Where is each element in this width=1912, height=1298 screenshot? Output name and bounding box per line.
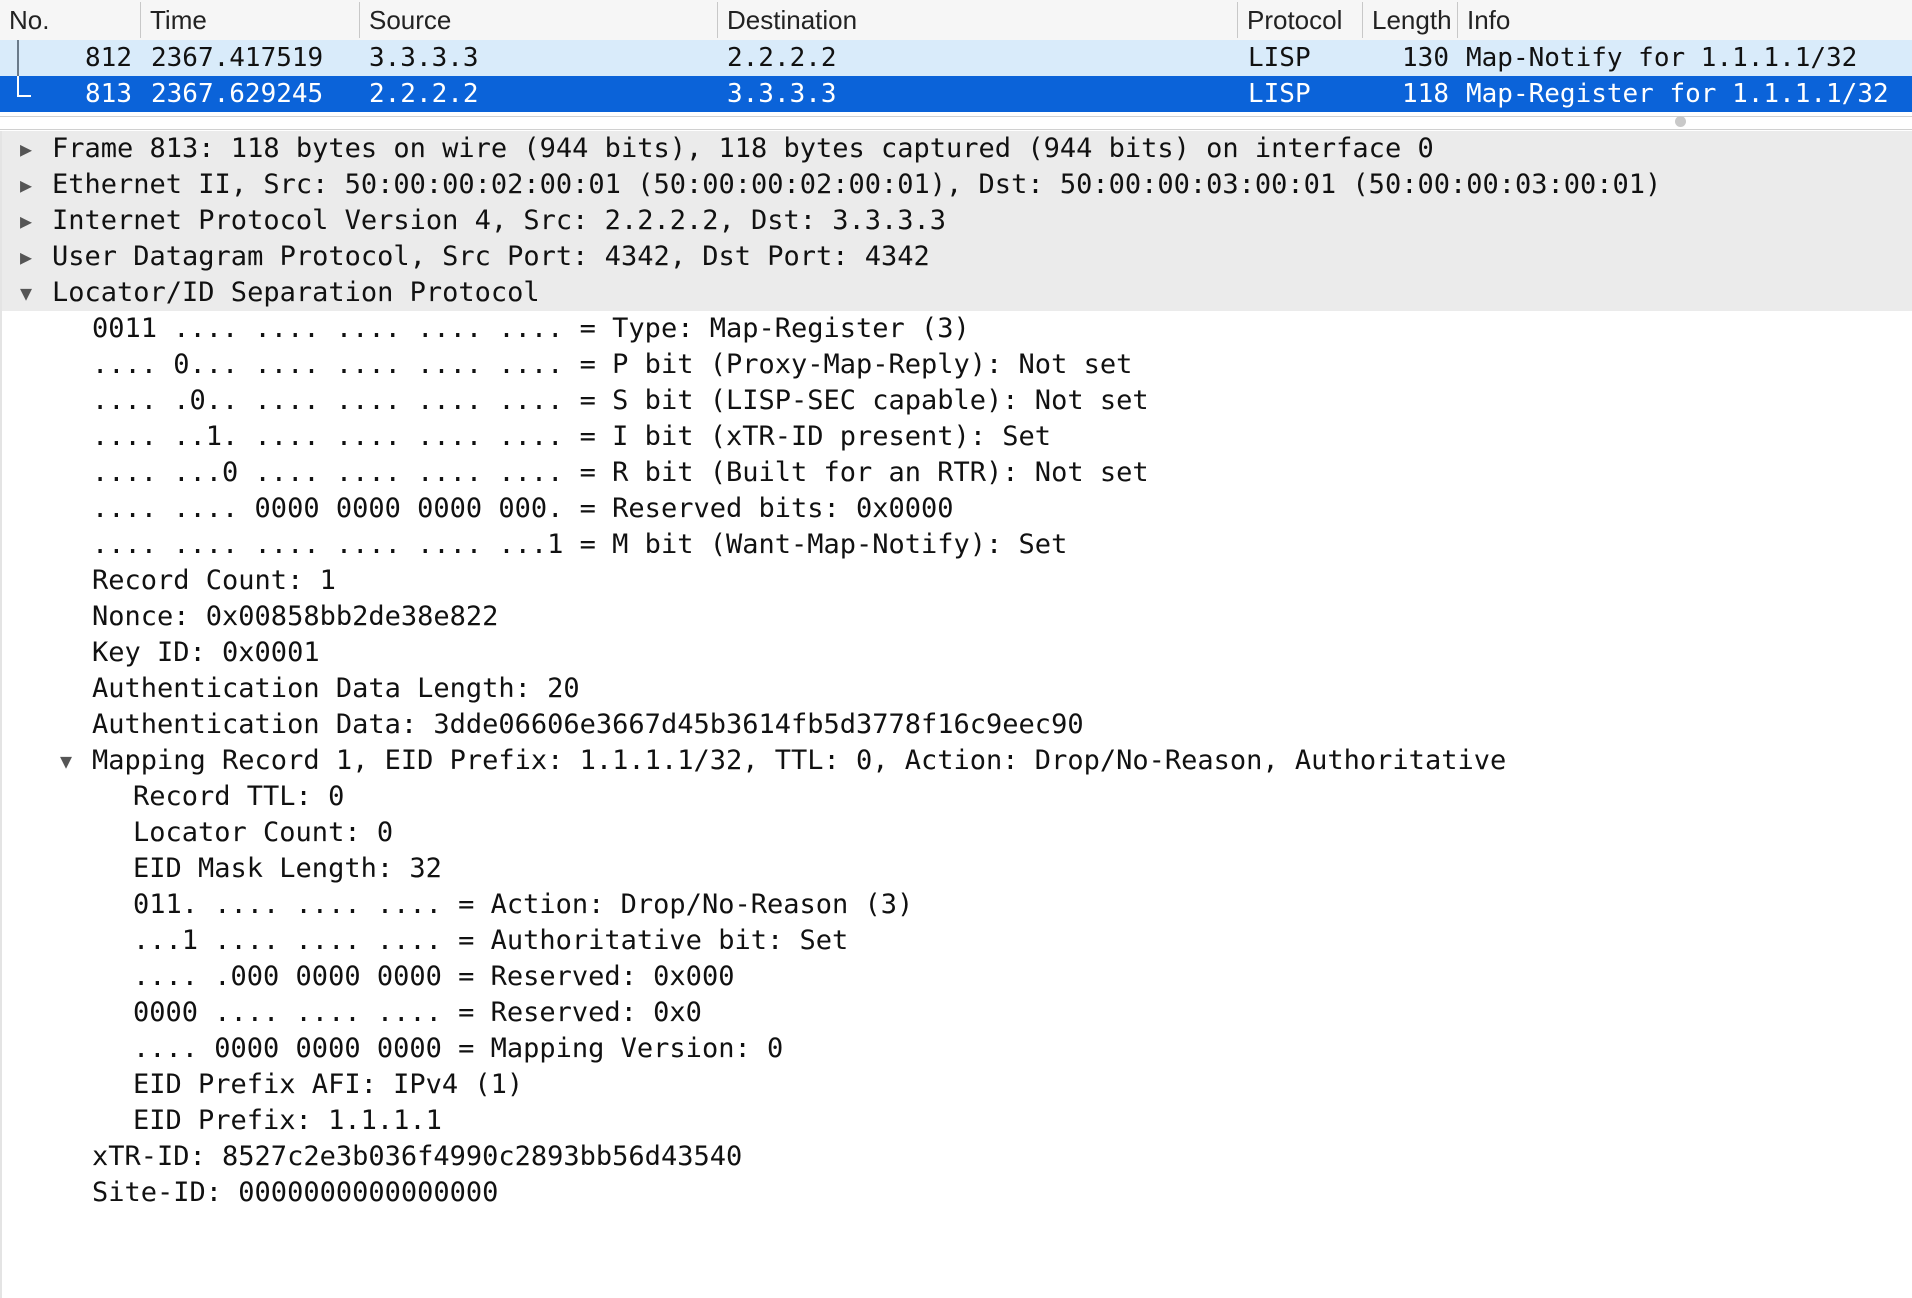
packet-time: 2367.629245 (151, 79, 324, 109)
tree-field[interactable]: .... .... .... .... .... ...1 = M bit (W… (2, 527, 1912, 563)
packet-details-tree[interactable]: ▶ Frame 813: 118 bytes on wire (944 bits… (0, 131, 1912, 1298)
field-text: .... .... .... .... .... ...1 = M bit (W… (92, 529, 1068, 560)
splitter-handle-icon[interactable] (1675, 116, 1686, 127)
triangle-right-icon[interactable]: ▶ (12, 203, 40, 239)
tree-item-mapping-record[interactable]: ▼ Mapping Record 1, EID Prefix: 1.1.1.1/… (2, 743, 1912, 779)
tree-field[interactable]: 0000 .... .... .... = Reserved: 0x0 (2, 995, 1912, 1031)
tree-field[interactable]: Locator Count: 0 (2, 815, 1912, 851)
tree-item-ethernet[interactable]: ▶ Ethernet II, Src: 50:00:00:02:00:01 (5… (2, 167, 1912, 203)
field-text: Nonce: 0x00858bb2de38e822 (92, 601, 499, 632)
packet-info: Map-Notify for 1.1.1.1/32 (1466, 43, 1858, 73)
field-text: 0000 .... .... .... = Reserved: 0x0 (133, 997, 702, 1028)
tree-item-udp[interactable]: ▶ User Datagram Protocol, Src Port: 4342… (2, 239, 1912, 275)
packet-no: 813 (85, 79, 132, 109)
field-text: Locator Count: 0 (133, 817, 394, 848)
triangle-right-icon[interactable]: ▶ (12, 239, 40, 275)
column-header-length[interactable]: Length (1363, 0, 1457, 40)
packet-length: 130 (1402, 43, 1449, 73)
tree-item-lisp[interactable]: ▼ Locator/ID Separation Protocol (2, 275, 1912, 311)
tree-field-xtr-id[interactable]: xTR-ID: 8527c2e3b036f4990c2893bb56d43540 (2, 1139, 1912, 1175)
tree-field[interactable]: Nonce: 0x00858bb2de38e822 (2, 599, 1912, 635)
column-header-protocol[interactable]: Protocol (1238, 0, 1362, 40)
tree-field[interactable]: ...1 .... .... .... = Authoritative bit:… (2, 923, 1912, 959)
packet-info: Map-Register for 1.1.1.1/32 (1466, 79, 1889, 109)
packet-length: 118 (1402, 79, 1449, 109)
tree-field-site-id[interactable]: Site-ID: 0000000000000000 (2, 1175, 1912, 1211)
tree-field[interactable]: .... .... 0000 0000 0000 000. = Reserved… (2, 491, 1912, 527)
triangle-down-icon[interactable]: ▼ (52, 743, 80, 779)
triangle-right-icon[interactable]: ▶ (12, 167, 40, 203)
field-text: EID Prefix AFI: IPv4 (1) (133, 1069, 524, 1100)
tree-field[interactable]: Authentication Data: 3dde06606e3667d45b3… (2, 707, 1912, 743)
pane-splitter[interactable] (0, 116, 1912, 130)
field-text: Site-ID: 0000000000000000 (92, 1177, 499, 1208)
tree-field[interactable]: Authentication Data Length: 20 (2, 671, 1912, 707)
field-text: .... ..1. .... .... .... .... = I bit (x… (92, 421, 1052, 452)
column-header-no[interactable]: No. (0, 0, 140, 40)
field-text: 0011 .... .... .... .... .... = Type: Ma… (92, 313, 970, 344)
tree-item-frame[interactable]: ▶ Frame 813: 118 bytes on wire (944 bits… (2, 131, 1912, 167)
packet-protocol: LISP (1248, 43, 1311, 73)
tree-field[interactable]: Record Count: 1 (2, 563, 1912, 599)
packet-row-selected[interactable]: 813 2367.629245 2.2.2.2 3.3.3.3 LISP 118… (0, 76, 1912, 112)
tree-field[interactable]: EID Mask Length: 32 (2, 851, 1912, 887)
triangle-down-icon[interactable]: ▼ (12, 275, 40, 311)
tree-item-label: Mapping Record 1, EID Prefix: 1.1.1.1/32… (92, 745, 1507, 776)
field-text: .... 0000 0000 0000 = Mapping Version: 0 (133, 1033, 784, 1064)
column-header-time[interactable]: Time (141, 0, 359, 40)
tree-field[interactable]: 0011 .... .... .... .... .... = Type: Ma… (2, 311, 1912, 347)
tree-field[interactable]: Key ID: 0x0001 (2, 635, 1912, 671)
column-header-destination[interactable]: Destination (718, 0, 1237, 40)
field-text: Authentication Data: 3dde06606e3667d45b3… (92, 709, 1084, 740)
related-packet-end-tick (17, 95, 31, 97)
tree-item-label: Internet Protocol Version 4, Src: 2.2.2.… (52, 205, 947, 236)
tree-field[interactable]: .... .0.. .... .... .... .... = S bit (L… (2, 383, 1912, 419)
field-text: Key ID: 0x0001 (92, 637, 320, 668)
field-text: .... .000 0000 0000 = Reserved: 0x000 (133, 961, 735, 992)
field-text: .... 0... .... .... .... .... = P bit (P… (92, 349, 1133, 380)
field-text: EID Mask Length: 32 (133, 853, 442, 884)
packet-list[interactable]: No. Time Source Destination Protocol Len… (0, 0, 1912, 118)
tree-item-label: User Datagram Protocol, Src Port: 4342, … (52, 241, 930, 272)
packet-source: 3.3.3.3 (369, 43, 479, 73)
packet-source: 2.2.2.2 (369, 79, 479, 109)
tree-field[interactable]: .... 0000 0000 0000 = Mapping Version: 0 (2, 1031, 1912, 1067)
tree-item-label: Locator/ID Separation Protocol (52, 277, 540, 308)
packet-destination: 2.2.2.2 (727, 43, 837, 73)
tree-item-ipv4[interactable]: ▶ Internet Protocol Version 4, Src: 2.2.… (2, 203, 1912, 239)
tree-field[interactable]: EID Prefix AFI: IPv4 (1) (2, 1067, 1912, 1103)
field-text: xTR-ID: 8527c2e3b036f4990c2893bb56d43540 (92, 1141, 743, 1172)
field-text: .... .... 0000 0000 0000 000. = Reserved… (92, 493, 954, 524)
field-text: Record TTL: 0 (133, 781, 345, 812)
tree-item-label: Ethernet II, Src: 50:00:00:02:00:01 (50:… (52, 169, 1662, 200)
field-text: Record Count: 1 (92, 565, 336, 596)
packet-protocol: LISP (1248, 79, 1311, 109)
column-header-source[interactable]: Source (360, 0, 717, 40)
field-text: .... ...0 .... .... .... .... = R bit (B… (92, 457, 1149, 488)
packet-row[interactable]: 812 2367.417519 3.3.3.3 2.2.2.2 LISP 130… (0, 40, 1912, 76)
field-text: .... .0.. .... .... .... .... = S bit (L… (92, 385, 1149, 416)
tree-field[interactable]: EID Prefix: 1.1.1.1 (2, 1103, 1912, 1139)
packet-time: 2367.417519 (151, 43, 324, 73)
column-header-info[interactable]: Info (1458, 0, 1912, 40)
packet-no: 812 (85, 43, 132, 73)
tree-field[interactable]: .... ...0 .... .... .... .... = R bit (B… (2, 455, 1912, 491)
packet-destination: 3.3.3.3 (727, 79, 837, 109)
field-text: ...1 .... .... .... = Authoritative bit:… (133, 925, 849, 956)
related-packet-line-icon (17, 40, 19, 76)
tree-field[interactable]: 011. .... .... .... = Action: Drop/No-Re… (2, 887, 1912, 923)
related-packet-end-icon (17, 76, 19, 96)
tree-field[interactable]: Record TTL: 0 (2, 779, 1912, 815)
tree-field[interactable]: .... ..1. .... .... .... .... = I bit (x… (2, 419, 1912, 455)
packet-list-header: No. Time Source Destination Protocol Len… (0, 0, 1912, 41)
triangle-right-icon[interactable]: ▶ (12, 131, 40, 167)
field-text: 011. .... .... .... = Action: Drop/No-Re… (133, 889, 914, 920)
tree-item-label: Frame 813: 118 bytes on wire (944 bits),… (52, 133, 1434, 164)
field-text: Authentication Data Length: 20 (92, 673, 580, 704)
field-text: EID Prefix: 1.1.1.1 (133, 1105, 442, 1136)
tree-field[interactable]: .... .000 0000 0000 = Reserved: 0x000 (2, 959, 1912, 995)
tree-field[interactable]: .... 0... .... .... .... .... = P bit (P… (2, 347, 1912, 383)
